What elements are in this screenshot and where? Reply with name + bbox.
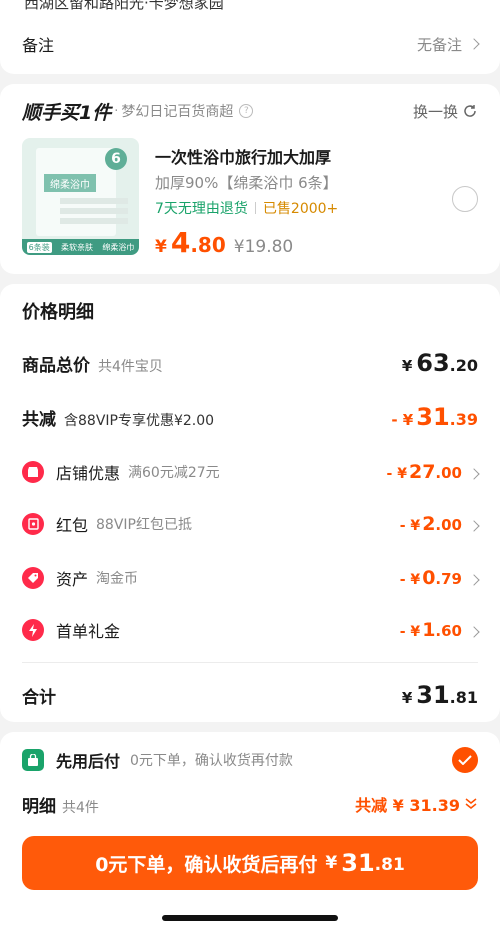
- pay-later-row[interactable]: 先用后付 0元下单，确认收货再付款: [22, 746, 478, 774]
- item-label: 店铺优惠: [56, 464, 121, 483]
- pay-later-sub: 0元下单，确认收货再付款: [130, 753, 293, 769]
- item-sub: 88VIP红包已抵: [96, 517, 192, 533]
- home-indicator: [162, 915, 338, 921]
- product-spec: 加厚90%【绵柔浴巾 6条】: [155, 174, 338, 192]
- thumb-count: 6: [105, 148, 127, 170]
- price-detail-card: 价格明细 商品总价 共4件宝贝 ¥63.20 共减 含88VIP专享优惠¥2.00 …: [0, 284, 500, 722]
- item-dec: .60: [435, 622, 462, 640]
- refresh-icon: [464, 105, 476, 117]
- chevron-right-icon: [468, 38, 480, 50]
- discount-label: 共减: [22, 409, 56, 430]
- item-dec: .00: [435, 464, 462, 482]
- first-order-row[interactable]: 首单礼金 - ¥1.60: [22, 616, 480, 644]
- sum-dec: .81: [449, 688, 478, 707]
- cta-symbol: ¥: [325, 853, 338, 873]
- discount-dec: .39: [449, 410, 478, 429]
- double-chevron-down-icon: [465, 798, 477, 809]
- swap-button[interactable]: 换一换: [413, 101, 478, 122]
- total-int: 63: [416, 349, 450, 377]
- item-prefix: - ¥: [386, 466, 407, 482]
- info-icon[interactable]: ?: [239, 104, 254, 118]
- detail-row[interactable]: 明细 共4件 共减 ¥ 31.39: [22, 790, 478, 818]
- sum-row: 合计 ¥31.81: [22, 680, 478, 710]
- red-packet-row[interactable]: 红包 88VIP红包已抵 - ¥2.00: [22, 510, 480, 538]
- divider: [22, 662, 478, 663]
- pay-later-label: 先用后付: [56, 752, 121, 771]
- address-text: 西湖区留和路阳光·卡梦想家园: [24, 0, 224, 12]
- item-dec: .00: [435, 516, 462, 534]
- shop-name: 梦幻日记百货商超: [121, 104, 234, 120]
- tag-icon: [22, 567, 44, 589]
- item-sub: 淘金币: [96, 571, 139, 587]
- shop-discount-row[interactable]: 店铺优惠 满60元减27元 - ¥27.00: [22, 458, 480, 486]
- chevron-right-icon: [468, 468, 480, 480]
- item-prefix: - ¥: [399, 518, 421, 534]
- item-prefix: - ¥: [399, 572, 421, 588]
- item-label: 红包: [56, 516, 89, 535]
- product-thumbnail[interactable]: 绵柔浴巾 6 6条装 柔软亲肤 绵柔浴巾: [22, 138, 139, 255]
- item-int: 1: [422, 619, 436, 641]
- thumb-tag: 6条装: [26, 241, 52, 253]
- item-int: 0: [422, 567, 436, 589]
- checkout-panel: 先用后付 0元下单，确认收货再付款 明细 共4件 共减 ¥ 31.39 0元下单，…: [0, 732, 500, 931]
- thumb-tag: 绵柔浴巾: [102, 242, 135, 252]
- select-radio[interactable]: [452, 186, 478, 212]
- original-price: ¥19.80: [233, 237, 294, 257]
- discount-int: 31: [416, 403, 450, 431]
- item-int: 2: [422, 513, 436, 535]
- pay-later-checkbox[interactable]: [452, 747, 478, 773]
- cta-text: 0元下单，确认收货后再付: [95, 853, 318, 876]
- price-detail-heading: 价格明细: [22, 302, 94, 323]
- chevron-right-icon: [468, 626, 480, 638]
- price-int: 4: [170, 226, 191, 259]
- total-sub: 共4件宝贝: [98, 358, 163, 375]
- thumb-tag: 柔软亲肤: [61, 242, 94, 252]
- address-strip: 西湖区留和路阳光·卡梦想家园: [0, 0, 500, 14]
- detail-saving: 共减 ¥ 31.39: [355, 796, 460, 815]
- detail-sub: 共4件: [62, 799, 99, 816]
- lightning-icon: [22, 619, 44, 641]
- cta-int: 31: [341, 849, 375, 877]
- remark-value: 无备注: [416, 35, 462, 54]
- cta-dec: .81: [374, 855, 405, 875]
- discount-row: 共减 含88VIP专享优惠¥2.00 - ¥31.39: [22, 402, 478, 432]
- swap-label: 换一换: [412, 102, 458, 121]
- item-dec: .79: [435, 570, 462, 588]
- price-dec: .80: [190, 233, 226, 257]
- discount-prefix: - ¥: [391, 411, 414, 429]
- chevron-right-icon: [468, 520, 480, 532]
- bag-icon: [22, 749, 44, 771]
- product-title[interactable]: 一次性浴巾旅行加大加厚: [155, 144, 331, 168]
- item-sub: 满60元减27元: [128, 465, 220, 481]
- sold-count: 已售2000+: [262, 201, 339, 217]
- shop-icon: [22, 461, 44, 483]
- total-label: 商品总价: [22, 355, 90, 376]
- submit-order-button[interactable]: 0元下单，确认收货后再付 ¥ 31 .81: [22, 836, 478, 890]
- total-dec: .20: [449, 356, 478, 375]
- total-symbol: ¥: [401, 357, 413, 375]
- item-label: 首单礼金: [56, 622, 121, 641]
- asset-row[interactable]: 资产 淘金币 - ¥0.79: [22, 564, 480, 592]
- return-policy: 7天无理由退货: [155, 201, 248, 217]
- thumb-title: 绵柔浴巾: [44, 174, 96, 192]
- sum-int: 31: [416, 681, 450, 709]
- item-prefix: - ¥: [399, 624, 421, 640]
- sum-label: 合计: [22, 687, 56, 708]
- discount-sub: 含88VIP专享优惠¥2.00: [64, 412, 215, 429]
- divider: [254, 202, 256, 214]
- remark-label: 备注: [22, 36, 55, 55]
- price-symbol: ¥: [155, 237, 167, 257]
- shunshou-card: 顺手买1件 · 梦幻日记百货商超 ? 换一换 绵柔浴巾 6 6条装 柔软亲肤 绵…: [0, 84, 500, 274]
- item-label: 资产: [56, 570, 89, 589]
- item-int: 27: [408, 461, 436, 483]
- sum-symbol: ¥: [401, 689, 413, 707]
- detail-label: 明细: [22, 796, 56, 817]
- shunshou-brand: 顺手买1件: [22, 101, 112, 124]
- red-packet-icon: [22, 513, 44, 535]
- chevron-right-icon: [468, 574, 480, 586]
- remark-card[interactable]: 备注 无备注: [0, 14, 500, 74]
- total-row: 商品总价 共4件宝贝 ¥63.20: [22, 348, 478, 378]
